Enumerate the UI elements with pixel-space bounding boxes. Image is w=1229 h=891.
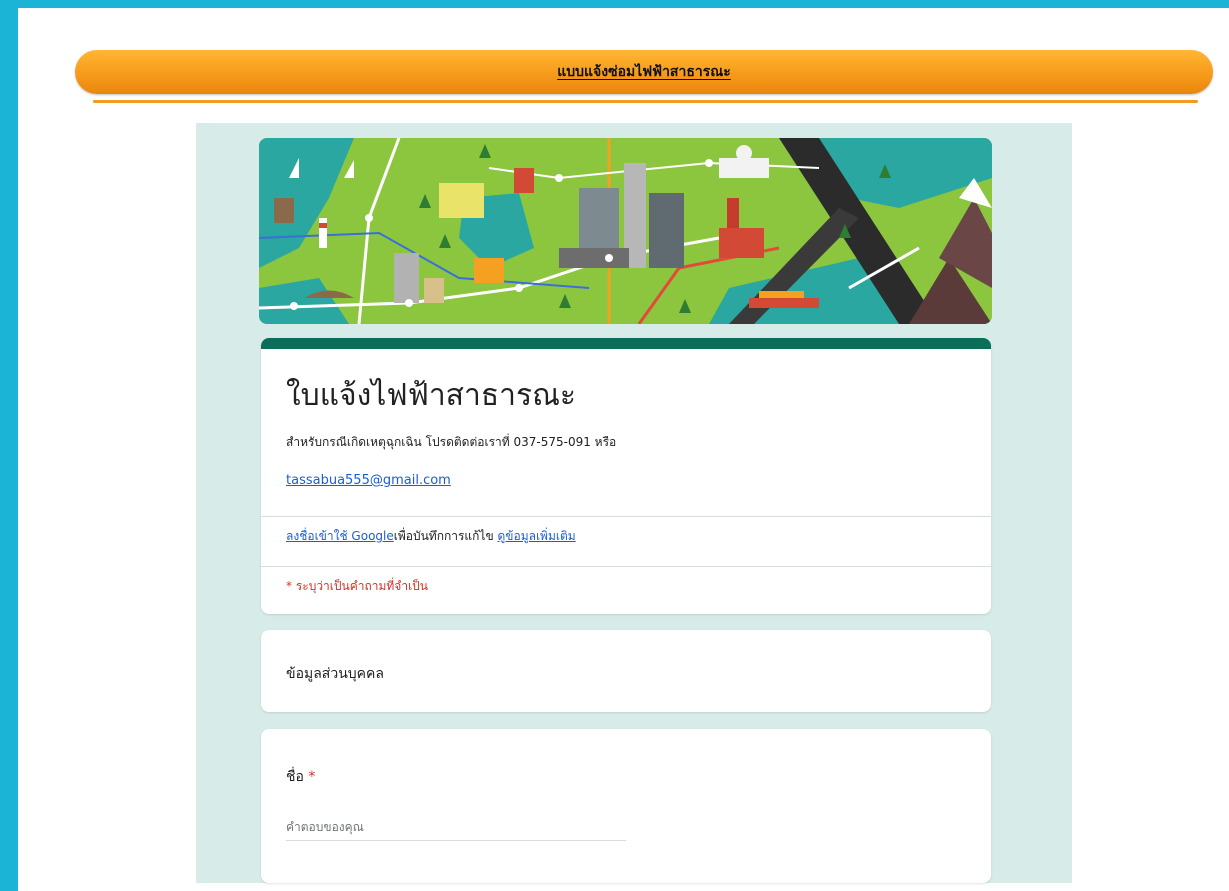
city-map-illustration	[259, 138, 992, 324]
name-answer-input[interactable]	[286, 814, 626, 841]
form-description: สำหรับกรณีเกิดเหตุฉุกเฉิน โปรดติดต่อเราท…	[286, 435, 617, 449]
divider	[261, 566, 991, 567]
contact-email-link[interactable]: tassabua555@gmail.com	[286, 473, 451, 488]
google-signin-link[interactable]: ลงชื่อเข้าใช้ Google	[286, 529, 394, 543]
question-text: ชื่อ	[286, 769, 304, 785]
page-title: แบบแจ้งซ่อมไฟฟ้าสาธารณะ	[557, 64, 731, 80]
section-card: ข้อมูลส่วนบุคคล	[261, 630, 991, 712]
form-title: ใบแจ้งไฟฟ้าสาธารณะ	[286, 378, 577, 413]
page-title-banner: แบบแจ้งซ่อมไฟฟ้าสาธารณะ	[75, 50, 1213, 94]
header-banner-image	[259, 138, 992, 324]
required-asterisk: *	[308, 769, 316, 785]
question-label: ชื่อ *	[286, 766, 315, 788]
signin-row: ลงชื่อเข้าใช้ Googleเพื่อบันทึกการแก้ไข …	[286, 527, 576, 546]
divider	[261, 516, 991, 517]
question-card: ชื่อ *	[261, 729, 991, 883]
section-title: ข้อมูลส่วนบุคคล	[286, 666, 384, 682]
accent-bar	[261, 338, 991, 349]
learn-more-link[interactable]: ดูข้อมูลเพิ่มเติม	[497, 529, 575, 543]
form-header-card: ใบแจ้งไฟฟ้าสาธารณะ สำหรับกรณีเกิดเหตุฉุก…	[261, 338, 991, 614]
signin-text: เพื่อบันทึกการแก้ไข	[393, 529, 494, 543]
title-underline	[93, 100, 1198, 103]
required-note: * ระบุว่าเป็นคำถามที่จำเป็น	[286, 579, 429, 593]
